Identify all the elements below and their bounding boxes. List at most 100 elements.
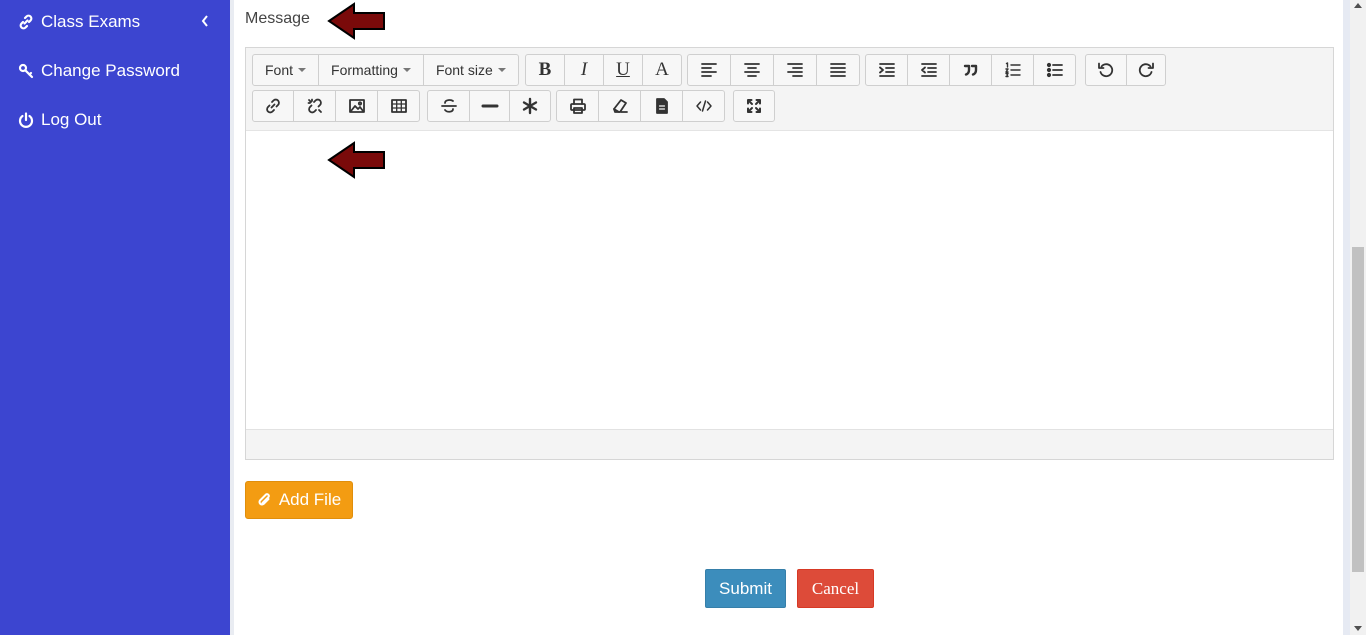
font-dropdown[interactable]: Font [252, 54, 320, 86]
outdent-icon [920, 63, 937, 77]
link-icon [19, 14, 33, 30]
strikethrough-button[interactable] [427, 90, 470, 122]
indent-icon [878, 63, 895, 77]
caret-down-icon [402, 68, 411, 72]
chevron-left-icon [201, 15, 208, 27]
outdent-button[interactable] [907, 54, 950, 86]
fullscreen-button[interactable] [733, 90, 775, 122]
scroll-up-arrow-icon[interactable] [1354, 3, 1362, 8]
formatting-dropdown[interactable]: Formatting [318, 54, 424, 86]
bold-glyph: B [538, 59, 552, 80]
blockquote-button[interactable] [949, 54, 992, 86]
print-button[interactable] [556, 90, 599, 122]
insert-group [252, 90, 420, 122]
font-color-button[interactable]: A [642, 54, 682, 86]
sidebar-divider [230, 0, 234, 635]
sidebar-item-label: Log Out [41, 110, 102, 129]
image-icon [348, 99, 365, 113]
align-left-button[interactable] [687, 54, 731, 86]
undo-icon [1098, 62, 1114, 78]
code-icon [695, 100, 712, 112]
align-right-icon [787, 63, 803, 77]
editor-toolbar: Font Formatting Font size B I U A [246, 48, 1333, 131]
align-center-icon [744, 63, 760, 77]
sidebar-collapse-chevron[interactable] [200, 14, 214, 32]
scroll-down-arrow-icon[interactable] [1354, 626, 1362, 631]
fullscreen-icon [747, 99, 761, 113]
strikethrough-icon [440, 99, 457, 113]
history-group [1085, 54, 1166, 86]
redo-icon [1138, 62, 1154, 78]
align-justify-icon [830, 63, 846, 77]
annotation-arrow-icon [327, 2, 385, 40]
unlink-button[interactable] [293, 90, 336, 122]
font-dropdown-label: Font [265, 62, 294, 78]
sidebar-item-class-exams[interactable]: Class Exams [18, 7, 140, 37]
align-center-button[interactable] [730, 54, 774, 86]
align-right-button[interactable] [773, 54, 817, 86]
add-file-button[interactable]: Add File [245, 481, 353, 519]
font-group: Font Formatting Font size [252, 54, 519, 86]
formatting-dropdown-label: Formatting [331, 62, 398, 78]
message-label: Message [245, 10, 310, 27]
paperclip-icon [258, 493, 270, 506]
font-size-dropdown[interactable]: Font size [422, 54, 519, 86]
special-char-icon [522, 97, 538, 115]
unlink-icon [307, 98, 322, 114]
cancel-button[interactable]: Cancel [797, 569, 874, 608]
document-icon [655, 98, 668, 114]
key-icon [18, 63, 34, 79]
font-color-glyph: A [655, 59, 669, 80]
align-left-icon [701, 63, 717, 77]
print-icon [569, 98, 586, 114]
font-size-dropdown-label: Font size [435, 62, 493, 78]
sidebar: Class Exams Change Password Log Out [0, 0, 230, 635]
page-edge [1343, 0, 1350, 635]
tools-group [556, 90, 725, 122]
sidebar-item-label: Class Exams [41, 12, 141, 31]
sidebar-item-change-password[interactable]: Change Password [18, 56, 180, 86]
caret-down-icon [298, 68, 307, 72]
code-view-button[interactable] [682, 90, 725, 122]
insert-link-button[interactable] [252, 90, 294, 122]
indent-button[interactable] [865, 54, 908, 86]
italic-button[interactable]: I [564, 54, 604, 86]
horizontal-rule-button[interactable] [469, 90, 510, 122]
scrollbar-thumb[interactable] [1352, 247, 1364, 572]
sidebar-item-label: Change Password [41, 61, 180, 80]
undo-button[interactable] [1085, 54, 1127, 86]
ordered-list-icon [1004, 62, 1021, 78]
vertical-scrollbar[interactable] [1350, 0, 1366, 635]
insert-table-button[interactable] [377, 90, 420, 122]
sidebar-item-log-out[interactable]: Log Out [18, 105, 102, 135]
italic-glyph: I [580, 59, 588, 80]
power-icon [18, 112, 34, 128]
align-group [687, 54, 860, 86]
new-document-button[interactable] [640, 90, 683, 122]
editor-statusbar [246, 429, 1333, 459]
annotation-arrow-icon [327, 141, 385, 179]
view-group [733, 90, 775, 122]
special-char-button[interactable] [509, 90, 551, 122]
insert-image-button[interactable] [335, 90, 378, 122]
submit-button[interactable]: Submit [705, 569, 786, 608]
table-icon [390, 99, 407, 113]
caret-down-icon [497, 68, 506, 72]
style-group: B I U A [525, 54, 682, 86]
ordered-list-button[interactable] [991, 54, 1034, 86]
clear-format-button[interactable] [598, 90, 641, 122]
underline-button[interactable]: U [603, 54, 643, 86]
bold-button[interactable]: B [525, 54, 565, 86]
align-justify-button[interactable] [816, 54, 860, 86]
redo-button[interactable] [1126, 54, 1166, 86]
unordered-list-button[interactable] [1033, 54, 1076, 86]
indent-group [865, 54, 1076, 86]
link-icon [266, 98, 280, 114]
eraser-icon [612, 99, 628, 113]
add-file-label: Add File [278, 490, 342, 509]
blockquote-icon [963, 64, 977, 76]
horizontal-rule-icon [481, 104, 498, 108]
unordered-list-icon [1046, 62, 1063, 78]
editor-content-area[interactable] [246, 131, 1333, 430]
underline-glyph: U [616, 59, 630, 80]
